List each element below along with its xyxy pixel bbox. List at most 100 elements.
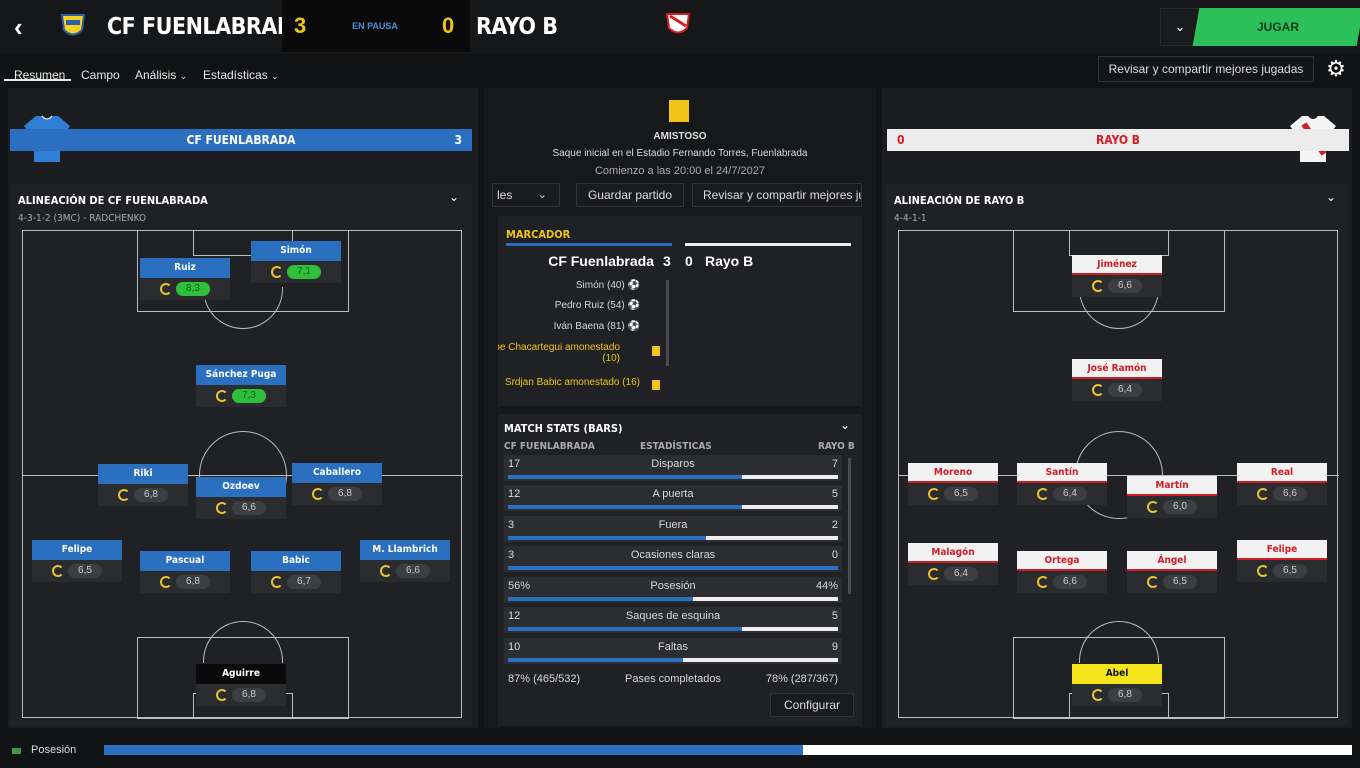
events-scrollbar[interactable] [666, 280, 669, 366]
player-rating-row: 6,8 [140, 571, 230, 593]
stats-col-mid: ESTADÍSTICAS [640, 441, 712, 452]
rating-icon [271, 265, 283, 278]
rating-icon [160, 282, 172, 295]
stat-bar-home-fill [508, 627, 743, 631]
rating-icon [216, 501, 228, 514]
stat-bar-home-fill [508, 658, 683, 662]
player-card[interactable]: Babic 6,7 [251, 551, 341, 595]
player-rating-row: 6,4 [1072, 379, 1162, 401]
stat-bar [508, 536, 838, 540]
review-share-partial-button[interactable]: Revisar y compartir mejores ju [692, 183, 862, 207]
player-rating-row: 6,6 [196, 497, 286, 519]
rating-icon [312, 487, 324, 500]
player-card[interactable]: Simón 7,1 [251, 241, 341, 285]
tab-estadisticas[interactable]: Estadísticas ⌄ [203, 62, 279, 90]
back-chevron-icon[interactable]: ‹ [14, 12, 40, 42]
tab-analisis[interactable]: Análisis ⌄ [135, 62, 187, 90]
player-card[interactable]: Jiménez 6,6 [1072, 255, 1162, 299]
stat-row: 17 Disparos 7 [504, 455, 842, 481]
player-card[interactable]: Ruiz 8,3 [140, 258, 230, 302]
player-card[interactable]: Riki 6,8 [98, 464, 188, 508]
configure-button[interactable]: Configurar [770, 693, 854, 717]
kickoff-text: Comienzo a las 20:00 el 24/7/2027 [594, 165, 765, 177]
player-name: Ángel [1127, 551, 1217, 571]
stats-col-home: CF FUENLABRADA [504, 441, 595, 452]
player-name: Ortega [1017, 551, 1107, 571]
player-card[interactable]: M. Llambrich 6,6 [360, 540, 450, 584]
save-match-button[interactable]: Guardar partido [576, 183, 684, 207]
player-card[interactable]: Ozdoev 6,6 [196, 477, 286, 521]
chevron-down-icon[interactable]: ⌄ [840, 418, 850, 432]
player-card[interactable]: Felipe 6,5 [1237, 540, 1327, 584]
player-card[interactable]: Santín 6,4 [1017, 463, 1107, 507]
away-banner-name: RAYO B [1095, 133, 1141, 147]
player-rating: 6,5 [1273, 563, 1307, 578]
home-pitch [22, 230, 463, 719]
player-name: Moreno [908, 463, 998, 483]
rating-icon [1257, 487, 1269, 500]
home-crest-icon [60, 12, 86, 40]
player-rating: 6,4 [1108, 382, 1142, 397]
player-rating: 8,3 [176, 281, 210, 296]
marcador-home-name: CF Fuenlabrada [548, 253, 654, 269]
competition-name: AMISTOSO [653, 131, 707, 142]
marcador-home-score: 3 [663, 253, 671, 269]
player-rating: 6,8 [1108, 687, 1142, 702]
player-name: Ozdoev [196, 477, 286, 497]
event-text: Srdjan Babic amonestado (16) [504, 377, 640, 388]
player-name: Aguirre [196, 664, 286, 684]
tab-campo[interactable]: Campo [81, 62, 120, 90]
tab-resumen[interactable]: Resumen [14, 62, 65, 90]
player-rating: 6,6 [1053, 574, 1087, 589]
player-card[interactable]: Ángel 6,5 [1127, 551, 1217, 595]
player-card[interactable]: Sánchez Puga 7,3 [196, 365, 286, 409]
review-share-button[interactable]: Revisar y compartir mejores jugadas [1098, 56, 1314, 82]
player-rating-row: 6,6 [1017, 571, 1107, 593]
stat-bar [508, 566, 838, 570]
play-button[interactable]: JUGAR [1192, 8, 1360, 46]
player-rating-row: 6,5 [1237, 560, 1327, 582]
player-rating-row: 6,5 [32, 560, 122, 582]
stat-bar [508, 627, 838, 631]
player-card[interactable]: Moreno 6,5 [908, 463, 998, 507]
player-rating: 6,6 [232, 500, 266, 515]
chevron-down-icon[interactable]: ⌄ [1326, 190, 1336, 204]
stat-row: 10 Faltas 9 [504, 638, 842, 664]
player-card[interactable]: Martín 6,0 [1127, 476, 1217, 520]
player-card[interactable]: Real 6,6 [1237, 463, 1327, 507]
gear-icon[interactable]: ⚙ [1322, 56, 1350, 82]
rating-icon [216, 688, 228, 701]
events-list[interactable]: Simón (40) ⚽ Pedro Ruiz (54) ⚽ Iván Baen… [498, 278, 862, 398]
chevron-down-icon[interactable]: ⌄ [449, 190, 459, 204]
away-color-strip [685, 243, 851, 246]
player-rating: 7,1 [287, 264, 321, 279]
possession-bar-home [104, 745, 803, 755]
player-rating: 6,6 [1273, 486, 1307, 501]
player-card[interactable]: Aguirre 6,8 [196, 664, 286, 708]
player-card[interactable]: Caballero 6,8 [292, 463, 382, 507]
player-card[interactable]: José Ramón 6,4 [1072, 359, 1162, 403]
stats-scrollbar[interactable] [848, 458, 851, 594]
play-button-label: JUGAR [1256, 20, 1299, 34]
player-rating-row: 6,8 [98, 484, 188, 506]
player-rating: 6,8 [134, 487, 168, 502]
passes-row: 87% (465/532) Pases completados 78% (287… [504, 668, 842, 692]
away-score: 0 [442, 13, 455, 38]
player-rating: 6,4 [944, 566, 978, 581]
ball-icon: ⚽ [627, 321, 640, 332]
player-rating: 6,8 [328, 486, 362, 501]
view-dropdown[interactable]: les ⌄ [492, 183, 560, 207]
match-status: EN PAUSA [352, 21, 398, 31]
player-card[interactable]: Felipe 6,5 [32, 540, 122, 584]
stat-row: 12 Saques de esquina 5 [504, 607, 842, 633]
player-card[interactable]: Pascual 6,8 [140, 551, 230, 595]
player-card[interactable]: Abel 6,8 [1072, 664, 1162, 708]
player-card[interactable]: Malagón 6,4 [908, 543, 998, 587]
player-card[interactable]: Ortega 6,6 [1017, 551, 1107, 595]
rating-icon [928, 487, 940, 500]
player-rating-row: 6,8 [196, 684, 286, 706]
player-rating: 7,3 [232, 388, 266, 403]
stats-col-away: RAYO B [818, 441, 855, 452]
player-rating: 6,5 [68, 563, 102, 578]
stat-row: 3 Ocasiones claras 0 [504, 546, 842, 572]
